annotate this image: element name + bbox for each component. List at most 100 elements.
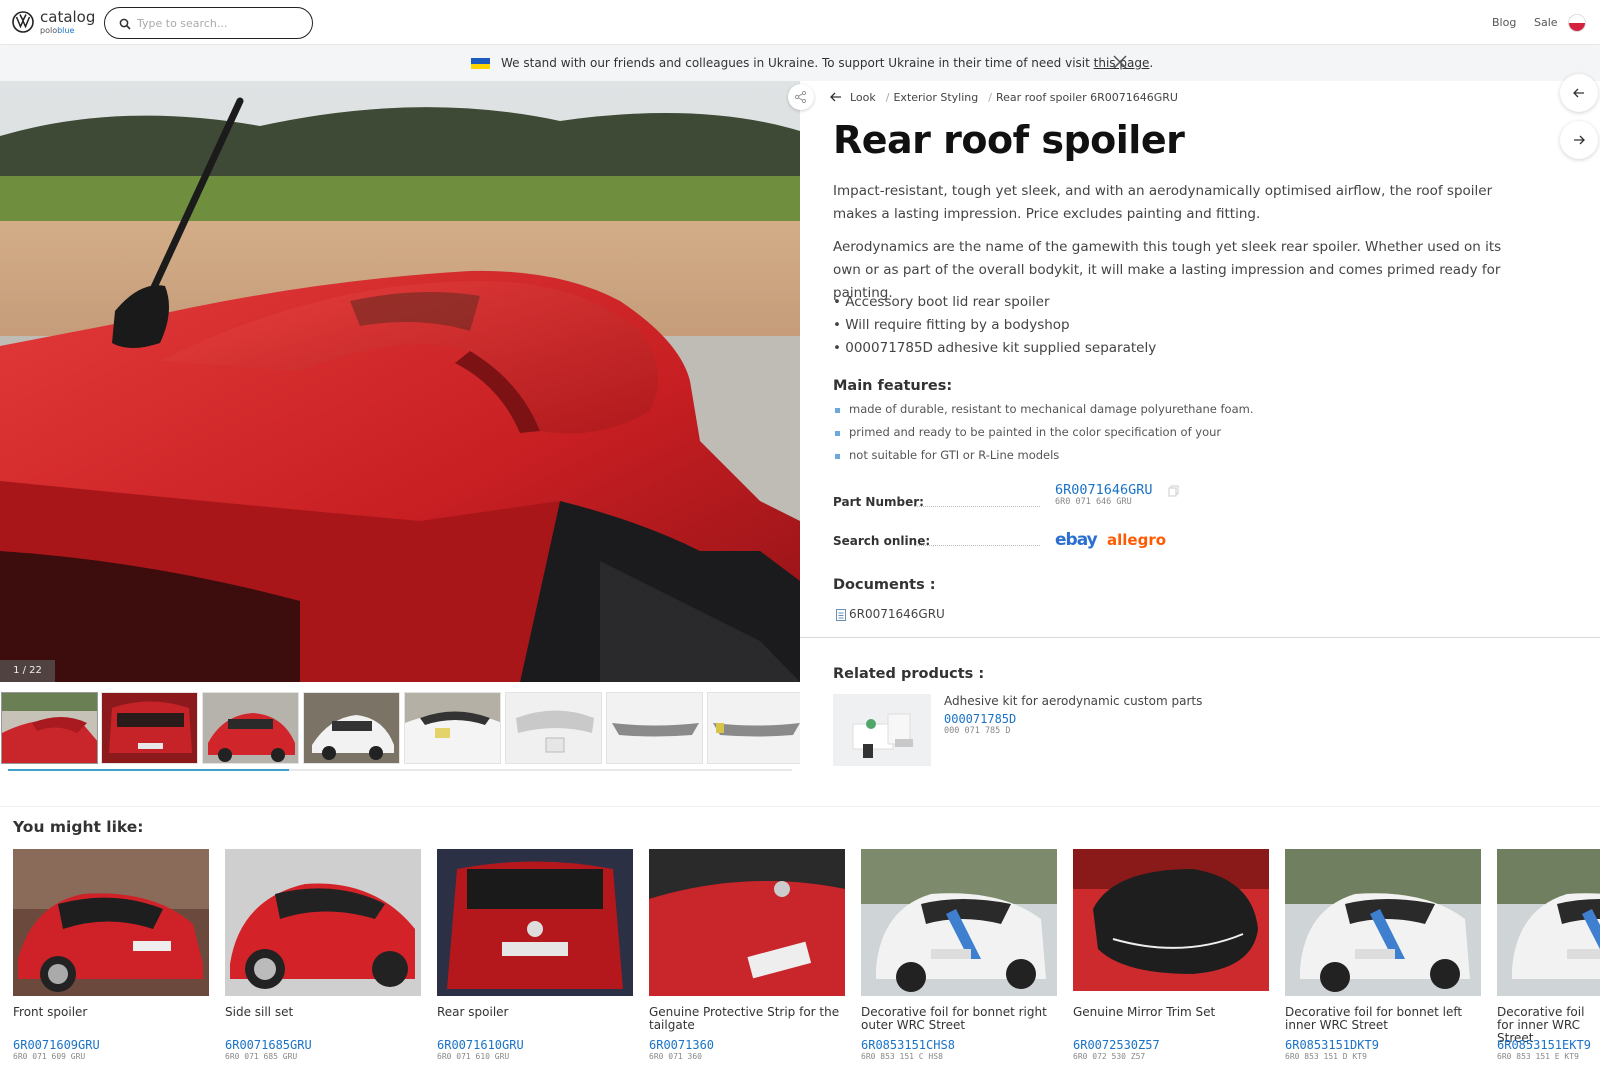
product-card-title[interactable]: Rear spoiler (437, 1006, 633, 1019)
documents-heading: Documents : (833, 577, 936, 593)
thumbnail-4[interactable] (303, 692, 400, 764)
dotted-leader (914, 545, 1040, 546)
part-number[interactable]: 6R0071646GRU (1055, 482, 1153, 498)
breadcrumb-look[interactable]: Look (850, 91, 876, 104)
product-card-title[interactable]: Genuine Protective Strip for the tailgat… (649, 1006, 845, 1032)
brand[interactable]: catalog poloblue (40, 10, 95, 35)
product-card-number-spaced: 6R0 071 610 GRU (437, 1052, 510, 1061)
related-products-heading: Related products : (833, 666, 985, 682)
scrollbar-thumb[interactable] (8, 769, 289, 771)
thumbnail-5[interactable] (404, 692, 501, 764)
product-card-image[interactable] (437, 849, 633, 996)
ukraine-flag-icon (471, 58, 490, 69)
ebay-link[interactable]: ebay (1055, 530, 1098, 550)
thumbnail-1[interactable] (1, 692, 98, 764)
brand-sub-suffix: blue (57, 26, 75, 35)
product-card-number[interactable]: 6R0853151DKT9 (1285, 1038, 1379, 1052)
allegro-link[interactable]: allegro (1107, 531, 1166, 549)
product-title: Rear roof spoiler (833, 118, 1185, 162)
product-card-number-spaced: 6R0 853 151 E KT9 (1497, 1052, 1579, 1061)
product-card-title[interactable]: Genuine Mirror Trim Set (1073, 1006, 1269, 1019)
you-might-like-heading: You might like: (13, 818, 144, 836)
search-icon (119, 18, 131, 30)
product-card-image[interactable] (225, 849, 421, 996)
product-card-image[interactable] (1497, 849, 1600, 996)
product-card-number[interactable]: 6R0853151CHS8 (861, 1038, 955, 1052)
dotted-leader (914, 506, 1040, 507)
feature-item: made of durable, resistant to mechanical… (849, 402, 1254, 416)
product-card[interactable]: Decorative foil for bonnet right outer W… (861, 849, 1057, 1061)
product-card-number-spaced: 6R0 072 530 Z57 (1073, 1052, 1146, 1061)
thumbnail-2[interactable] (101, 692, 198, 764)
product-description-1: Impact-resistant, tough yet sleek, and w… (833, 183, 1493, 222)
product-card-number[interactable]: 6R0071685GRU (225, 1038, 312, 1052)
breadcrumb-separator: / (988, 91, 992, 104)
part-number-label: Part Number: (833, 495, 924, 509)
product-card-number-spaced: 6R0 853 151 D KT9 (1285, 1052, 1367, 1061)
thumbnail-7[interactable] (606, 692, 703, 764)
product-card-title[interactable]: Decorative foil for bonnet right outer W… (861, 1006, 1057, 1032)
product-card-number-spaced: 6R0 071 360 (649, 1052, 702, 1061)
language-flag-icon[interactable] (1568, 14, 1586, 32)
main-features-heading: Main features: (833, 378, 953, 394)
document-icon (836, 609, 846, 621)
product-card-image[interactable] (1285, 849, 1481, 996)
nav-blog-link[interactable]: Blog (1492, 16, 1516, 29)
related-product-number[interactable]: 000071785D (944, 712, 1016, 726)
banner-text-end: . (1149, 56, 1154, 70)
product-card-title[interactable]: Side sill set (225, 1006, 421, 1019)
main-product-image[interactable] (0, 81, 800, 682)
related-product-title[interactable]: Adhesive kit for aerodynamic custom part… (944, 694, 1202, 708)
product-card-number-spaced: 6R0 071 685 GRU (225, 1052, 298, 1061)
product-card-number[interactable]: 6R0071610GRU (437, 1038, 524, 1052)
product-card[interactable]: Genuine Mirror Trim Set 6R0072530Z57 6R0… (1073, 849, 1269, 1061)
previous-product-button[interactable] (1560, 74, 1598, 112)
product-card-number[interactable]: 6R0071609GRU (13, 1038, 100, 1052)
banner-text: We stand with our friends and colleagues… (501, 56, 1153, 70)
product-card-number[interactable]: 6R0853151EKT9 (1497, 1038, 1591, 1052)
feature-item: primed and ready to be painted in the co… (849, 425, 1222, 439)
share-button[interactable] (788, 84, 814, 110)
product-card-number[interactable]: 6R0072530Z57 (1073, 1038, 1160, 1052)
nav-sale-link[interactable]: Sale (1534, 16, 1558, 29)
product-bullet: • 000071785D adhesive kit supplied separ… (833, 340, 1157, 356)
top-header: catalog poloblue Blog Sale (0, 0, 1600, 45)
image-counter: 1 / 22 (0, 660, 55, 682)
search-input[interactable] (137, 14, 302, 32)
product-card[interactable]: Front spoiler 6R0071609GRU 6R0 071 609 G… (13, 849, 209, 1061)
product-card-image[interactable] (861, 849, 1057, 996)
banner-text-main: We stand with our friends and colleagues… (501, 56, 1094, 70)
product-card-image[interactable] (1073, 849, 1269, 991)
product-card[interactable]: Decorative foil for inner WRC Street 6R0… (1497, 849, 1600, 1066)
close-icon[interactable] (1113, 55, 1127, 69)
product-card-title[interactable]: Front spoiler (13, 1006, 209, 1019)
thumbnail-scrollbar[interactable] (8, 769, 792, 771)
document-link[interactable]: 6R0071646GRU (849, 607, 945, 621)
product-bullet: • Will require fitting by a bodyshop (833, 317, 1070, 333)
product-card[interactable]: Rear spoiler 6R0071610GRU 6R0 071 610 GR… (437, 849, 633, 1061)
thumbnail-6[interactable] (505, 692, 602, 764)
thumbnail-8[interactable] (707, 692, 800, 764)
product-bullet: • Accessory boot lid rear spoiler (833, 294, 1050, 310)
breadcrumb: Look / Exterior Styling / Rear roof spoiler … (830, 91, 1182, 104)
divider (800, 637, 1600, 638)
product-card-title[interactable]: Decorative foil for bonnet left inner WR… (1285, 1006, 1481, 1032)
product-card[interactable]: Genuine Protective Strip for the tailgat… (649, 849, 845, 1061)
related-product-number-spaced: 000 071 785 D (944, 726, 1011, 736)
product-card[interactable]: Decorative foil for bonnet left inner WR… (1285, 849, 1481, 1061)
product-card-image[interactable] (649, 849, 845, 996)
copy-icon[interactable] (1168, 485, 1179, 497)
product-card-number[interactable]: 6R0071360 (649, 1038, 714, 1052)
thumbnail-3[interactable] (202, 692, 299, 764)
breadcrumb-category[interactable]: Exterior Styling (893, 91, 978, 104)
feature-bullet-icon (835, 408, 840, 413)
feature-bullet-icon (835, 454, 840, 459)
product-card-image[interactable] (13, 849, 209, 996)
next-product-button[interactable] (1560, 121, 1598, 159)
breadcrumb-current: Rear roof spoiler 6R0071646GRU (995, 91, 1178, 104)
back-arrow-icon[interactable] (830, 92, 842, 102)
vw-logo-icon[interactable] (12, 11, 34, 33)
product-card[interactable]: Side sill set 6R0071685GRU 6R0 071 685 G… (225, 849, 421, 1061)
related-product-image[interactable] (833, 694, 931, 766)
product-card-number-spaced: 6R0 071 609 GRU (13, 1052, 86, 1061)
